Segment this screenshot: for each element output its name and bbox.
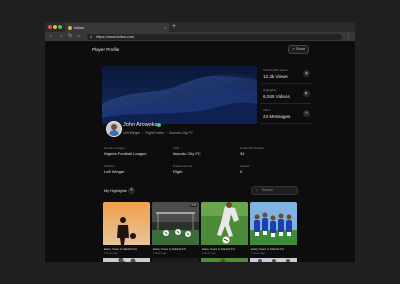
detail-label-league: Current League xyxy=(104,146,125,150)
highlight-card[interactable] xyxy=(152,258,199,262)
highlight-card[interactable]: Early Years in Madrid FC 2 hours ago xyxy=(201,202,248,260)
eye-icon[interactable]: ◉ xyxy=(303,70,310,77)
address-bar[interactable]: ● https://www.fotbal.com xyxy=(87,33,342,40)
stat-inbox: Inbox 23 Messages ✉ xyxy=(261,106,311,124)
page-title: Player Profile xyxy=(92,47,120,52)
highlight-thumbnail[interactable] xyxy=(250,202,297,245)
highlight-card[interactable] xyxy=(250,258,297,262)
page-content: Player Profile ↗Share John Arowoka ✓ Lef… xyxy=(45,41,355,262)
detail-label-club: Club xyxy=(173,146,180,150)
url-text: https://www.fotbal.com xyxy=(96,34,134,39)
browser-menu-icon[interactable]: ⋮ xyxy=(346,32,351,41)
search-placeholder: Search xyxy=(262,188,273,192)
highlights-title: My Highlights xyxy=(104,189,127,193)
home-icon[interactable]: ⌂ xyxy=(77,32,80,41)
profile-banner xyxy=(102,66,257,124)
stat-label: Highlights xyxy=(263,88,277,92)
detail-label-position: Position xyxy=(104,164,115,168)
minimize-window-dot[interactable] xyxy=(53,25,57,29)
detail-label-foot: Preferred Foot xyxy=(173,164,193,168)
detail-value-league: Nigeria Football League xyxy=(104,151,147,156)
detail-value-assists: 0 xyxy=(240,169,243,174)
highlight-time: 2 hours ago xyxy=(202,252,216,255)
stat-value: 23 Messages xyxy=(263,114,291,119)
highlight-thumbnail[interactable] xyxy=(201,258,248,262)
add-highlight-button[interactable]: + xyxy=(128,187,135,194)
player-meta: Left Winger • Right Footer • Ikorodu City FC xyxy=(123,131,193,135)
close-window-dot[interactable] xyxy=(48,25,52,29)
lock-icon: ● xyxy=(90,34,93,39)
stat-label: Inbox xyxy=(263,108,271,112)
highlight-card[interactable] xyxy=(103,258,150,262)
highlight-thumbnail[interactable] xyxy=(103,258,150,262)
nav-bar: ← → ↻ ⌂ ● https://www.fotbal.com ⋮ xyxy=(45,32,355,41)
highlight-time: 2 hours ago xyxy=(153,252,167,255)
wave-pattern-image xyxy=(102,66,257,124)
back-icon[interactable]: ← xyxy=(49,32,54,41)
verified-icon: ✓ xyxy=(157,123,161,127)
highlight-thumbnail[interactable] xyxy=(201,202,248,245)
highlight-time: 2 hours ago xyxy=(251,252,265,255)
duration-badge: 0:45 xyxy=(190,204,197,207)
highlight-thumbnail[interactable]: 0:45 xyxy=(152,202,199,245)
stat-label: Total Profile Views xyxy=(263,68,288,72)
highlight-caption: Early Years in Madrid FC xyxy=(202,247,236,251)
detail-value-foot: Right xyxy=(173,169,183,174)
stat-value: 6,045 Videos xyxy=(263,94,290,99)
share-button[interactable]: ↗Share xyxy=(288,45,309,54)
message-icon[interactable]: ✉ xyxy=(303,110,310,117)
highlight-time: 2 hours ago xyxy=(104,252,118,255)
detail-label-assists: Assists xyxy=(240,164,250,168)
highlight-card[interactable] xyxy=(201,258,248,262)
close-tab-icon[interactable]: × xyxy=(164,23,166,32)
highlight-thumbnail[interactable] xyxy=(103,202,150,245)
player-name: John Arowoka xyxy=(123,122,158,128)
maximize-window-dot[interactable] xyxy=(58,25,62,29)
tab-bar: fotbal × + xyxy=(45,22,355,32)
video-icon[interactable]: ▶ xyxy=(303,90,310,97)
stat-profile-views: Total Profile Views 12.3k Views ◉ xyxy=(261,66,311,84)
player-foot: Right Footer xyxy=(145,131,165,135)
highlight-thumbnail[interactable] xyxy=(152,258,199,262)
favicon-icon xyxy=(68,25,72,30)
highlight-card[interactable]: 0:45 Early Years in Madrid FC 2 hours ag… xyxy=(152,202,199,260)
tab-title: fotbal xyxy=(74,25,84,30)
highlight-caption: Early Years in Madrid FC xyxy=(104,247,138,251)
stat-value: 12.3k Views xyxy=(263,74,288,79)
detail-label-goals: Goals this Season xyxy=(240,146,265,150)
forward-icon[interactable]: → xyxy=(58,32,63,41)
search-icon: ⌕ xyxy=(256,188,258,192)
share-label: Share xyxy=(295,47,306,51)
reload-icon[interactable]: ↻ xyxy=(68,32,72,41)
detail-value-position: Left Winger xyxy=(104,169,125,174)
player-club: Ikorodu City FC xyxy=(169,131,193,135)
highlight-card[interactable]: Early Years in Madrid FC 2 hours ago xyxy=(250,202,297,260)
detail-value-club: Ikorodu City FC xyxy=(173,151,201,156)
browser-tab[interactable]: fotbal × xyxy=(65,23,169,32)
detail-value-goals: 34 xyxy=(240,151,245,156)
search-input[interactable]: ⌕ Search xyxy=(251,186,298,195)
highlight-thumbnail[interactable] xyxy=(250,258,297,262)
avatar xyxy=(106,121,122,137)
stat-highlights: Highlights 6,045 Videos ▶ xyxy=(261,86,311,104)
highlight-caption: Early Years in Madrid FC xyxy=(153,247,187,251)
share-icon: ↗ xyxy=(291,47,295,51)
new-tab-button[interactable]: + xyxy=(172,22,176,32)
highlight-caption: Early Years in Madrid FC xyxy=(251,247,285,251)
browser-window: fotbal × + ← → ↻ ⌂ ● https://www.fotbal.… xyxy=(45,22,355,262)
highlight-card[interactable]: Early Years in Madrid FC 2 hours ago xyxy=(103,202,150,260)
player-position: Left Winger xyxy=(123,131,141,135)
